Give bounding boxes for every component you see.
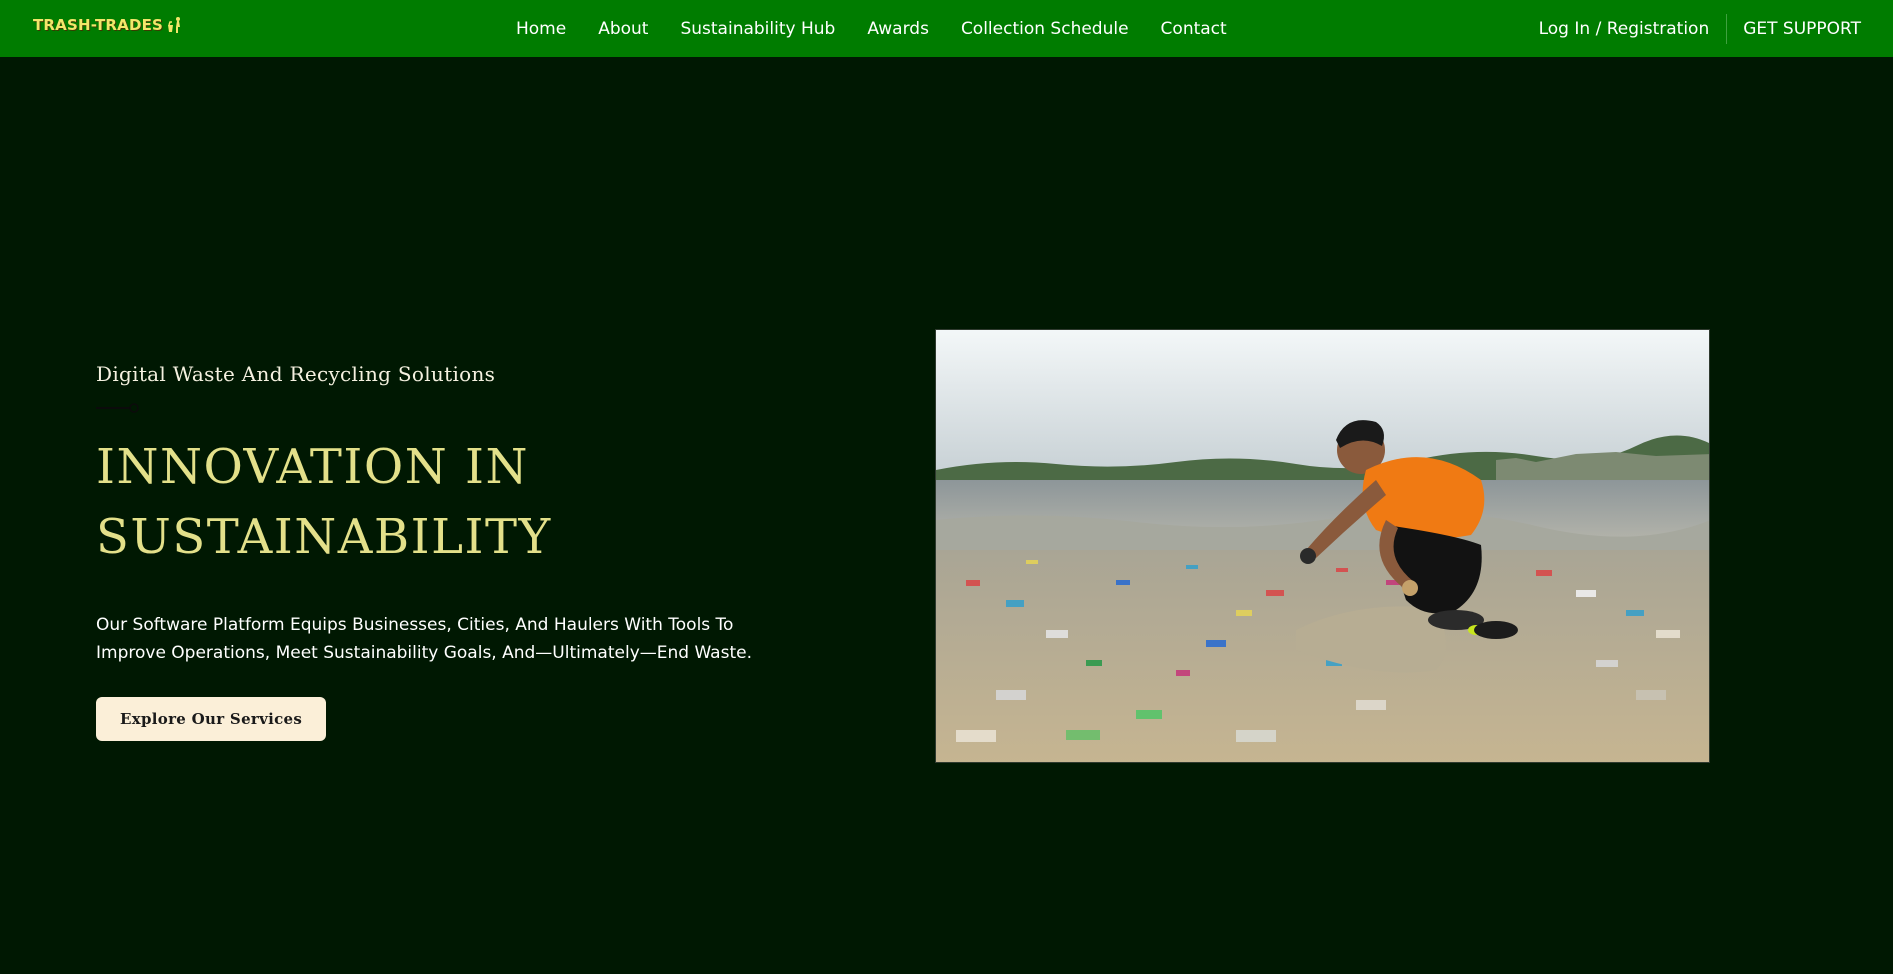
top-navbar: TRASH-TRADES Home About Sustainability H… <box>0 0 1893 57</box>
nav-collection-schedule[interactable]: Collection Schedule <box>945 19 1145 39</box>
underline-decoration-icon <box>96 403 139 413</box>
beach-cleanup-photo <box>935 329 1710 763</box>
nav-actions: Log In / Registration GET SUPPORT <box>1539 0 1861 57</box>
nav-contact[interactable]: Contact <box>1145 19 1243 39</box>
nav-sustainability-hub[interactable]: Sustainability Hub <box>664 19 851 39</box>
hero-description-line-1: Our Software Platform Equips Businesses,… <box>96 615 734 635</box>
nav-awards[interactable]: Awards <box>851 19 945 39</box>
main-nav: Home About Sustainability Hub Awards Col… <box>500 0 1243 57</box>
hero-text: Digital Waste And Recycling Solutions IN… <box>96 356 776 741</box>
brand-name: TRASH-TRADES <box>33 16 164 34</box>
hero-title-line-1: INNOVATION IN <box>96 439 529 495</box>
explore-services-button[interactable]: Explore Our Services <box>96 697 327 741</box>
hero-eyebrow: Digital Waste And Recycling Solutions <box>96 362 496 386</box>
hero-title: INNOVATION IN SUSTAINABILITY <box>96 432 776 572</box>
hero-description: Our Software Platform Equips Businesses,… <box>96 611 756 667</box>
brand-logo[interactable]: TRASH-TRADES <box>33 16 184 34</box>
recycle-person-icon <box>166 16 184 34</box>
nav-about[interactable]: About <box>582 19 664 39</box>
get-support-link[interactable]: GET SUPPORT <box>1727 19 1861 39</box>
hero-description-line-2: Improve Operations, Meet Sustainability … <box>96 643 752 663</box>
hero-title-line-2: SUSTAINABILITY <box>96 509 552 565</box>
nav-home[interactable]: Home <box>500 19 582 39</box>
login-registration-link[interactable]: Log In / Registration <box>1539 19 1727 39</box>
